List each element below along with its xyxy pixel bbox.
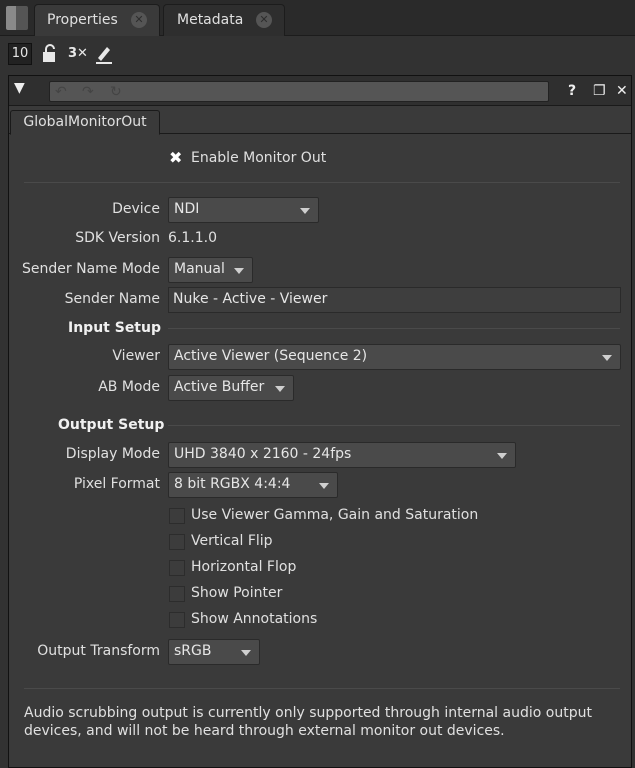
horizontal-flop-checkbox[interactable] [169,560,185,576]
chevron-down-icon [300,208,310,214]
sender-name-mode-dropdown[interactable]: Manual [168,257,253,283]
ab-mode-dropdown[interactable]: Active Buffer [168,375,294,401]
output-setup-title: Output Setup [58,417,165,433]
sender-name-field[interactable]: Nuke - Active - Viewer [168,287,621,313]
use-viewer-gamma-label: Use Viewer Gamma, Gain and Saturation [191,507,479,523]
section-divider [168,328,620,329]
enable-monitor-out-checkbox[interactable]: ✖ [169,150,185,166]
tab-globalmonitorout[interactable]: GlobalMonitorOut [10,110,160,135]
checkmark-x-icon: ✖ [169,148,183,167]
divider [24,182,620,183]
chevron-down-icon [602,355,612,361]
output-transform-value: sRGB [174,643,212,659]
audio-scrubbing-note: Audio scrubbing output is currently only… [24,705,592,739]
display-mode-label: Display Mode [65,446,160,462]
viewer-label: Viewer [112,348,160,364]
panel-grip-icon[interactable] [6,6,28,30]
chevron-down-icon [241,650,251,656]
output-transform-dropdown[interactable]: sRGB [168,639,260,665]
input-setup-title: Input Setup [68,320,161,336]
close-icon[interactable]: ✕ [131,12,147,28]
sdk-version-label: SDK Version [75,230,160,246]
section-divider [168,425,620,426]
enable-monitor-out-label: Enable Monitor Out [191,150,327,166]
chevron-down-icon [234,268,244,274]
undo-icon[interactable]: ↶ [55,84,67,100]
horizontal-flop-label: Horizontal Flop [191,559,297,575]
pixel-format-label: Pixel Format [73,476,160,492]
display-mode-dropdown[interactable]: UHD 3840 x 2160 - 24fps [168,442,516,468]
pixel-format-value: 8 bit RGBX 4:4:4 [174,476,291,492]
node-name-field[interactable] [49,81,549,102]
tab-properties[interactable]: Properties ✕ [34,4,160,36]
tab-label: Properties [47,12,118,28]
sender-name-value: Nuke - Active - Viewer [173,291,328,307]
close-panel-icon[interactable]: ✕ [616,83,628,99]
lock-icon[interactable] [42,44,58,69]
show-pointer-label: Show Pointer [191,585,283,601]
device-label: Device [112,201,160,217]
redo-icon[interactable]: ↷ [82,84,94,100]
output-transform-label: Output Transform [37,643,160,659]
vertical-flip-checkbox[interactable] [169,534,185,550]
show-annotations-checkbox[interactable] [169,612,185,628]
help-icon[interactable]: ? [568,83,576,99]
chevron-down-icon [275,386,285,392]
vertical-flip-label: Vertical Flip [191,533,273,549]
tab-metadata[interactable]: Metadata ✕ [163,4,285,36]
ab-mode-value: Active Buffer [174,379,265,395]
viewer-dropdown[interactable]: Active Viewer (Sequence 2) [168,344,621,370]
ab-mode-label: AB Mode [98,379,160,395]
disable-icon[interactable]: 3✕ [68,44,88,64]
divider [24,688,620,689]
show-pointer-checkbox[interactable] [169,586,185,602]
device-value: NDI [174,201,200,217]
device-dropdown[interactable]: NDI [168,197,319,223]
tab-label: GlobalMonitorOut [23,114,147,130]
tab-label: Metadata [177,12,244,28]
use-viewer-gamma-checkbox[interactable] [169,508,185,524]
sender-name-mode-value: Manual [174,261,225,277]
revert-icon[interactable]: ↻ [110,84,122,100]
sender-name-mode-label: Sender Name Mode [22,261,160,277]
chevron-down-icon [497,453,507,459]
display-mode-value: UHD 3840 x 2160 - 24fps [174,446,352,462]
pixel-format-dropdown[interactable]: 8 bit RGBX 4:4:4 [168,472,338,498]
chevron-down-icon [319,483,329,489]
viewer-value: Active Viewer (Sequence 2) [174,348,368,364]
close-icon[interactable]: ✕ [256,12,272,28]
sdk-version-value: 6.1.1.0 [168,230,217,246]
collapse-arrow-icon[interactable]: ▼ [14,80,25,96]
sender-name-label: Sender Name [64,291,160,307]
float-icon[interactable]: ❐ [593,83,606,99]
show-annotations-label: Show Annotations [191,611,318,627]
max-panels-input[interactable]: 10 [8,43,32,65]
pencil-icon[interactable] [95,44,113,69]
